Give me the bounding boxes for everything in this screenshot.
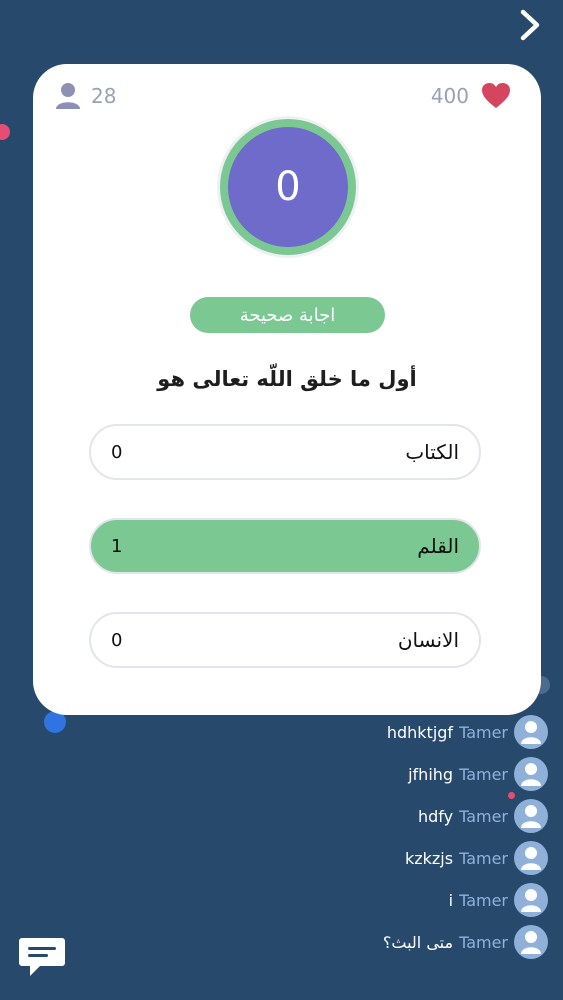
comment-item: hdfy Tamer: [248, 795, 548, 837]
heart-icon: [482, 83, 510, 108]
likes-counter: 400: [431, 82, 511, 109]
answer-option[interactable]: الانسان 0: [89, 612, 481, 668]
avatar: [514, 715, 548, 749]
comment-username: Tamer: [459, 848, 508, 868]
comment-username: Tamer: [459, 806, 508, 826]
answer-option-votes: 0: [111, 629, 123, 651]
user-icon: [521, 763, 541, 786]
user-icon: [56, 83, 80, 109]
answer-option[interactable]: الكتاب 0: [89, 424, 481, 480]
answer-option-correct[interactable]: القلم 1: [89, 518, 481, 574]
avatar: [514, 757, 548, 791]
comments-list: hdhktjgf Tamer jfhihg Tamer hdfy Tamer k…: [248, 711, 548, 963]
timer-ring: 0: [220, 119, 356, 255]
comment-message: hdfy: [417, 806, 454, 826]
avatar: [514, 883, 548, 917]
user-icon: [521, 931, 541, 954]
chat-bubble-icon: [19, 938, 65, 976]
comment-username: Tamer: [459, 932, 508, 952]
comment-message: متى البث؟: [382, 932, 454, 952]
viewers-count: 28: [91, 84, 117, 108]
comment-message: hdhktjgf: [386, 722, 454, 742]
answer-option-votes: 0: [111, 441, 123, 463]
user-icon: [521, 889, 541, 912]
answer-status-badge: اجابة صحيحة: [190, 297, 385, 333]
countdown-timer: 0: [217, 116, 359, 258]
quiz-card: 28 400 0 اجابة صحيحة أول ما خلق اللّه تع…: [33, 64, 541, 715]
user-icon: [521, 847, 541, 870]
comment-username: Tamer: [459, 722, 508, 742]
comment-item: jfhihg Tamer: [248, 753, 548, 795]
answer-option-label: القلم: [417, 534, 459, 558]
user-icon: [521, 721, 541, 744]
avatar: [514, 925, 548, 959]
floating-dot-red: [0, 124, 10, 140]
answer-option-label: الكتاب: [405, 440, 459, 464]
chat-button[interactable]: [18, 936, 66, 978]
avatar: [514, 841, 548, 875]
comment-item: kzkzjs Tamer: [248, 837, 548, 879]
comment-message: jfhihg: [408, 764, 454, 784]
next-button[interactable]: [515, 8, 545, 42]
avatar: [514, 799, 548, 833]
comment-item: متى البث؟ Tamer: [248, 921, 548, 963]
comment-username: Tamer: [459, 890, 508, 910]
comment-item: hdhktjgf Tamer: [248, 711, 548, 753]
comment-username: Tamer: [459, 764, 508, 784]
question-text: أول ما خلق اللّه تعالى هو: [157, 367, 417, 391]
likes-count: 400: [430, 83, 469, 108]
answer-option-label: الانسان: [397, 628, 459, 652]
viewers-counter: 28: [55, 82, 116, 110]
comment-item: i Tamer: [248, 879, 548, 921]
user-icon: [521, 805, 541, 828]
comment-message: kzkzjs: [404, 848, 454, 868]
comment-message: i: [448, 890, 454, 910]
timer-value: 0: [228, 127, 348, 247]
chevron-right-icon: [520, 9, 540, 41]
answer-option-votes: 1: [111, 535, 123, 557]
